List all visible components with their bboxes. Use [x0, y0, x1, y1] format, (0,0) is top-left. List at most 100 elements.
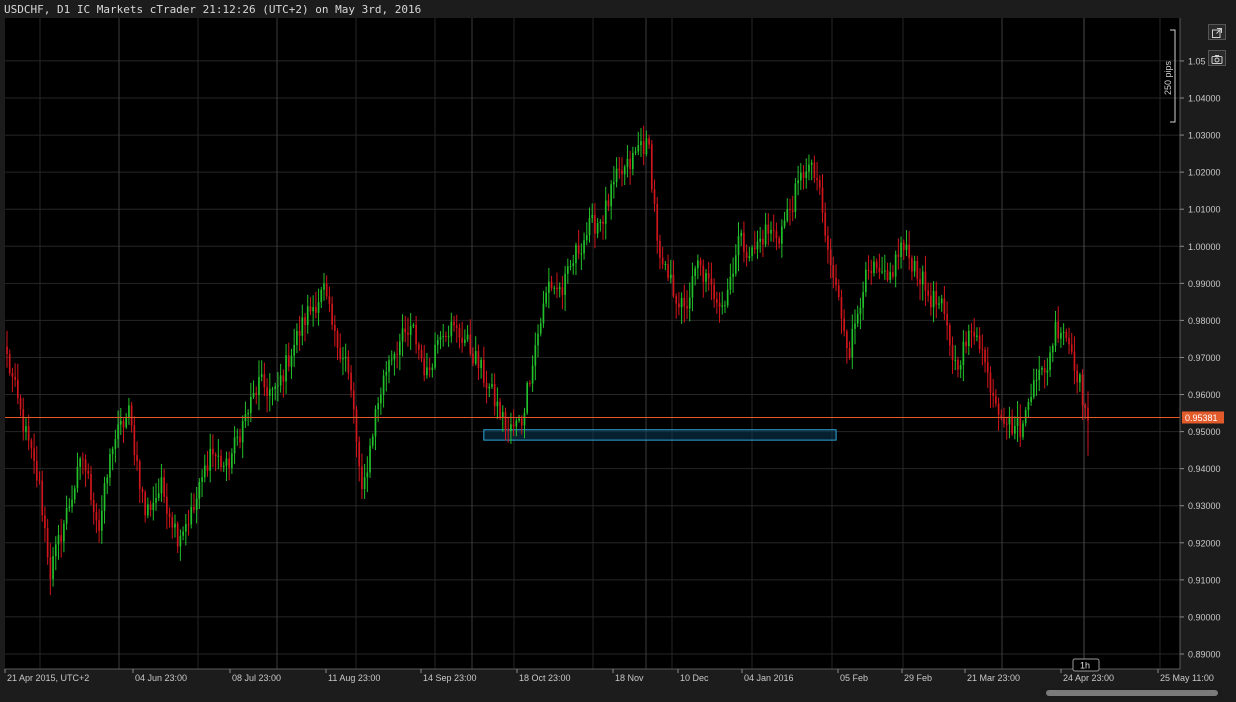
- candle-body: [258, 376, 260, 396]
- candle-body: [301, 317, 304, 336]
- candle-body: [282, 375, 285, 382]
- candle-body: [545, 292, 547, 304]
- support-zone[interactable]: [483, 429, 837, 441]
- candle-body: [1041, 367, 1043, 370]
- candle-body: [14, 376, 16, 380]
- candle-body: [843, 318, 846, 332]
- candle-body: [604, 200, 607, 224]
- candle-body: [1065, 331, 1068, 338]
- candle-body: [361, 466, 363, 490]
- candle-body: [1054, 321, 1057, 346]
- candle-body: [73, 488, 76, 500]
- candle-body: [480, 360, 482, 369]
- candle-body: [333, 324, 336, 331]
- candle-body: [174, 523, 176, 528]
- candle-body: [632, 152, 634, 170]
- candle-body: [331, 303, 333, 325]
- candle-body: [908, 244, 911, 259]
- camera-icon: [1211, 55, 1223, 64]
- time-tick-label: 21 Mar 23:00: [967, 673, 1020, 683]
- candle-body: [1019, 417, 1022, 438]
- candle-body: [450, 321, 453, 337]
- candle-body: [810, 162, 813, 165]
- candle-body: [992, 392, 995, 396]
- price-tick-label: 1.01000: [1188, 205, 1221, 215]
- time-tick-label: 14 Sep 23:00: [423, 673, 477, 683]
- candle-body: [740, 232, 743, 237]
- candle-body: [878, 267, 881, 272]
- candle-body: [136, 455, 138, 462]
- candle-body: [856, 313, 859, 324]
- scrollbar-thumb[interactable]: [1046, 690, 1218, 696]
- candle-body: [694, 268, 696, 277]
- candle-body: [995, 395, 997, 404]
- time-tick-label: 24 Apr 23:00: [1063, 673, 1114, 683]
- candle-body: [905, 244, 908, 251]
- candle-body: [144, 492, 147, 516]
- candle-body: [455, 325, 458, 328]
- candle-body: [724, 305, 726, 307]
- candle-body: [930, 295, 932, 308]
- price-axis[interactable]: 0.89000 0.90000 0.91000 0.92000 0.93000 0.940…: [1179, 18, 1221, 669]
- time-tick-label: 04 Jun 23:00: [135, 673, 187, 683]
- price-chart[interactable]: 0.95381 0.89000 0.90000 0.91000 0.92000 0.93…: [0, 0, 1236, 702]
- candle-body: [122, 420, 125, 428]
- candle-body: [342, 358, 344, 360]
- candle-body: [813, 162, 816, 178]
- candle-body: [393, 353, 396, 360]
- candle-body: [737, 236, 740, 256]
- candle-body: [293, 344, 296, 356]
- candle-body: [943, 298, 946, 314]
- candle-body: [477, 351, 480, 369]
- price-tick-label: 0.92000: [1188, 538, 1221, 548]
- candle-body: [63, 523, 65, 542]
- candle-body: [461, 337, 463, 343]
- popout-button[interactable]: [1208, 24, 1226, 40]
- candle-body: [1062, 331, 1065, 333]
- candle-body: [667, 264, 669, 279]
- candle-body: [11, 372, 14, 377]
- candle-body: [442, 336, 445, 338]
- candle-body: [1076, 370, 1079, 383]
- candle-body: [512, 424, 515, 427]
- support-zone-rect[interactable]: [483, 429, 837, 441]
- candle-body: [25, 426, 27, 432]
- candle-body: [580, 253, 583, 255]
- candle-body: [618, 168, 621, 171]
- candle-body: [997, 403, 1000, 415]
- candle-body: [827, 235, 829, 250]
- candle-body: [572, 263, 575, 266]
- candle-body: [1068, 337, 1070, 345]
- candle-body: [325, 283, 328, 297]
- candle-body: [399, 341, 401, 355]
- candle-body: [38, 480, 41, 482]
- candle-body: [656, 203, 659, 241]
- candle-body: [352, 390, 355, 410]
- candle-body: [686, 306, 688, 309]
- candle-body: [594, 214, 596, 234]
- candle-body: [171, 516, 174, 528]
- candle-body: [623, 166, 626, 175]
- candle-body: [970, 330, 973, 332]
- candle-body: [840, 297, 843, 319]
- price-tick-label: 1.00000: [1188, 242, 1221, 252]
- candle-body: [729, 276, 732, 290]
- price-tick-label: 1.02000: [1188, 168, 1221, 178]
- candle-body: [268, 389, 271, 396]
- time-axis[interactable]: 21 Apr 2015, UTC+2 04 Jun 23:00 08 Jul 23:…: [4, 668, 1214, 683]
- candle-body: [363, 477, 366, 490]
- candle-body: [978, 335, 981, 350]
- pips-scale-label: 250 pips: [1163, 60, 1173, 95]
- candle-body: [602, 221, 604, 224]
- candle-body: [791, 210, 794, 212]
- candle-body: [163, 477, 165, 497]
- candle-body: [152, 502, 155, 510]
- external-link-icon: [1212, 28, 1222, 38]
- candle-body: [799, 172, 802, 181]
- candle-body: [808, 164, 810, 172]
- screenshot-button[interactable]: [1208, 50, 1226, 66]
- candle-body: [160, 477, 163, 494]
- candle-body: [718, 302, 721, 307]
- candle-body: [661, 257, 664, 265]
- candle-body: [447, 336, 450, 338]
